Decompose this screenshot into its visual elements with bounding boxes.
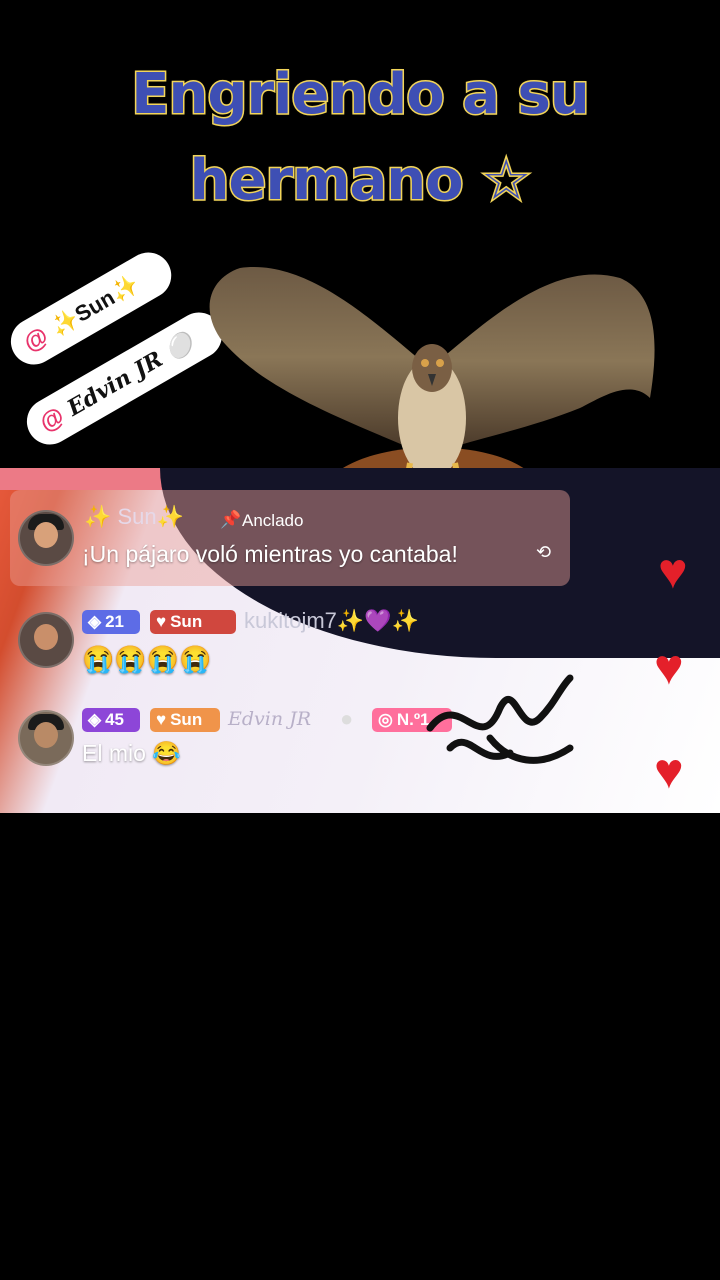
video-title-line1: Engriendo a su (130, 61, 591, 129)
comment-message: El mio 😂 (82, 740, 181, 766)
at-symbol: @ (19, 322, 53, 358)
pinned-username[interactable]: ✨ Sun✨ (84, 504, 184, 530)
avatar[interactable] (18, 612, 74, 668)
pinned-message: ¡Un pájaro voló mientras yo cantaba! (82, 541, 458, 567)
heart-icon: ♥ (156, 710, 167, 729)
level-badge: ◈ 45 (82, 708, 140, 732)
comment-username[interactable]: kukitojm7✨💜✨ (244, 608, 419, 634)
gem-icon: ◈ (88, 612, 102, 631)
pinned-label: Anclado (242, 511, 304, 530)
ring-icon: ◎ (378, 710, 393, 729)
comment-username[interactable]: Edvin JR (228, 708, 311, 730)
video-title-line2: hermano ☆ (188, 147, 533, 215)
signature-logo (426, 674, 574, 764)
heart-like-icon: ♥ (658, 543, 688, 599)
live-stream-panel: ✨ Sun✨ 📌 Anclado ¡Un pájaro voló mientra… (0, 468, 720, 813)
translate-icon[interactable]: ⟲ (536, 542, 551, 563)
level-badge: ◈ 21 (82, 610, 140, 634)
avatar[interactable] (18, 510, 74, 566)
comment-message: 😭😭😭😭 (82, 644, 212, 674)
heart-like-icon: ♥ (654, 639, 684, 695)
egg-icon: ● (340, 706, 354, 731)
at-symbol: @ (35, 402, 69, 438)
mention-name: ✨Sun✨ (46, 270, 143, 341)
fan-badge: ♥ Sun (150, 708, 220, 732)
pin-icon: 📌 (220, 510, 242, 529)
fan-badge: ♥ Sun (150, 610, 236, 634)
avatar[interactable] (18, 710, 74, 766)
heart-like-icon: ♥ (654, 743, 684, 799)
heart-icon: ♥ (156, 612, 167, 631)
gem-icon: ◈ (88, 710, 102, 729)
mention-name: Edvin JR ⚪ (62, 328, 198, 422)
